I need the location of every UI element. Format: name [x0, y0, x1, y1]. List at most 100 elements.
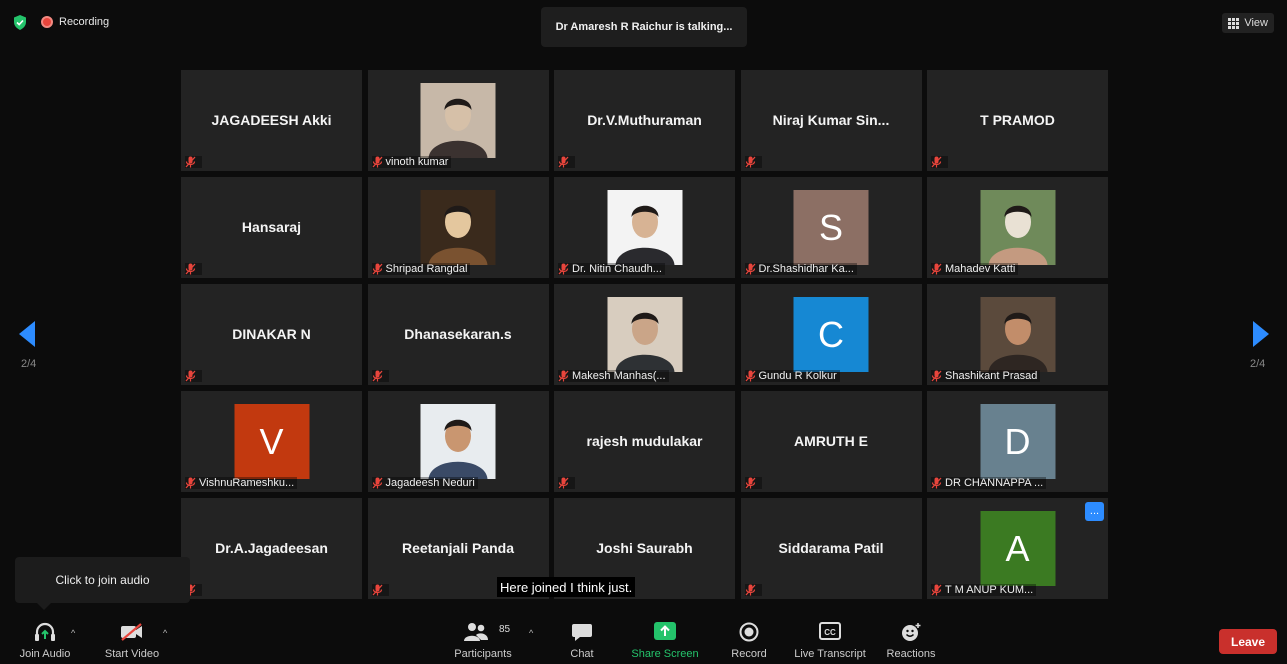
- active-speaker-banner: Dr Amaresh R Raichur is talking...: [541, 7, 747, 47]
- participant-tile[interactable]: Siddarama Patil: [740, 498, 922, 599]
- closed-caption: Here joined I think just.: [497, 577, 636, 597]
- muted-mic-icon: [558, 263, 569, 275]
- participant-tile[interactable]: Jagadeesh Neduri: [367, 391, 549, 492]
- muted-mic-icon: [745, 477, 755, 489]
- muted-mic-icon: [372, 156, 382, 168]
- participant-tile[interactable]: Shashikant Prasad: [927, 284, 1108, 385]
- participants-options-caret-icon[interactable]: ^: [529, 628, 533, 638]
- recording-indicator[interactable]: Recording: [41, 16, 109, 28]
- video-gallery: JAGADEESH Akki vinoth kumar Dr.V.Muthurama…: [181, 70, 1108, 599]
- participant-tile[interactable]: D DR CHANNAPPA ...: [927, 391, 1108, 492]
- participants-icon: [464, 623, 488, 641]
- participant-label: Shripad Rangdal: [371, 263, 471, 275]
- muted-mic-icon: [185, 370, 196, 382]
- participant-name: T PRAMOD: [980, 112, 1055, 128]
- participant-tile[interactable]: S Dr.Shashidhar Ka...: [740, 177, 922, 278]
- participant-name: Dr.A.Jagadeesan: [215, 540, 328, 556]
- participant-tile[interactable]: Shripad Rangdal: [367, 177, 549, 278]
- chat-label: Chat: [570, 648, 594, 660]
- start-video-button[interactable]: Start Video: [100, 612, 164, 664]
- meeting-toolbar: Join Audio ^ Start Video ^ 85 Participan…: [0, 612, 1287, 664]
- participant-name: Dhanasekaran.s: [404, 326, 512, 342]
- join-audio-tooltip: Click to join audio: [15, 557, 190, 610]
- muted-mic-icon: [185, 156, 196, 168]
- encryption-shield-icon[interactable]: [13, 15, 27, 30]
- participant-name: rajesh mudulakar: [586, 433, 703, 449]
- participant-name: Dr.V.Muthuraman: [587, 112, 702, 128]
- muted-mic-icon: [558, 370, 569, 382]
- record-icon: [739, 622, 759, 642]
- participant-name: DINAKAR N: [232, 326, 311, 342]
- participant-tile[interactable]: Dr.V.Muthuraman: [554, 70, 735, 171]
- profile-photo: [607, 297, 682, 372]
- video-off-icon: [121, 623, 142, 641]
- participant-label: Shashikant Prasad: [931, 370, 1041, 382]
- participant-name: JAGADEESH Akki: [211, 112, 332, 128]
- page-indicator-right: 2/4: [1250, 358, 1266, 370]
- participant-tile[interactable]: vinoth kumar: [367, 70, 549, 171]
- participant-tile[interactable]: rajesh mudulakar: [554, 391, 735, 492]
- muted-mic-icon: [931, 370, 942, 382]
- svg-text:CC: CC: [824, 628, 836, 637]
- join-audio-label: Join Audio: [19, 648, 71, 660]
- participant-label-text: Dr. Nitin Chaudh...: [572, 263, 662, 275]
- video-options-caret-icon[interactable]: ^: [163, 628, 167, 638]
- view-button[interactable]: View: [1222, 13, 1274, 33]
- reactions-label: Reactions: [886, 648, 936, 660]
- participant-tile[interactable]: AT M ANUP KUM......: [927, 498, 1108, 599]
- participant-tile[interactable]: C Gundu R Kolkur: [740, 284, 922, 385]
- participant-tile[interactable]: Makesh Manhas(...: [554, 284, 735, 385]
- previous-page-arrow-icon[interactable]: [19, 321, 35, 347]
- chat-button[interactable]: Chat: [562, 612, 602, 664]
- muted-mic-icon: [372, 263, 382, 275]
- participant-tile[interactable]: Dr.A.Jagadeesan: [181, 498, 362, 599]
- avatar: C: [793, 297, 869, 372]
- more-options-button[interactable]: ...: [1085, 502, 1104, 521]
- participant-label: Dr.Shashidhar Ka...: [744, 263, 857, 275]
- record-button[interactable]: Record: [726, 612, 772, 664]
- profile-photo: [420, 83, 496, 158]
- participant-label: [185, 263, 202, 275]
- headphone-icon: [35, 622, 55, 641]
- participant-label-text: VishnuRameshku...: [199, 477, 295, 489]
- share-screen-button[interactable]: Share Screen: [628, 612, 702, 664]
- participant-tile[interactable]: Dr. Nitin Chaudh...: [554, 177, 735, 278]
- muted-mic-icon: [931, 263, 942, 275]
- participant-label: [371, 584, 389, 596]
- participants-button[interactable]: 85 Participants: [450, 612, 516, 664]
- reactions-button[interactable]: Reactions: [884, 612, 938, 664]
- participant-name: Siddarama Patil: [778, 540, 884, 556]
- participant-label-text: vinoth kumar: [385, 156, 449, 168]
- participant-tile[interactable]: JAGADEESH Akki: [181, 70, 362, 171]
- participant-tile[interactable]: Hansaraj: [181, 177, 362, 278]
- participant-label: DR CHANNAPPA ...: [931, 477, 1047, 489]
- profile-photo: [420, 190, 496, 265]
- participant-tile[interactable]: V VishnuRameshku...: [181, 391, 362, 492]
- participant-tile[interactable]: T PRAMOD: [927, 70, 1108, 171]
- chat-icon: [572, 624, 592, 641]
- participant-tile[interactable]: Niraj Kumar Sin...: [740, 70, 922, 171]
- next-page-arrow-icon[interactable]: [1253, 321, 1269, 347]
- live-transcript-label: Live Transcript: [794, 648, 866, 660]
- participant-tile[interactable]: Mahadev Katti: [927, 177, 1108, 278]
- profile-photo: [980, 190, 1055, 265]
- closed-caption-icon: CC: [819, 622, 841, 640]
- participant-label: [185, 370, 202, 382]
- participant-label: [744, 156, 762, 168]
- participant-tile[interactable]: DINAKAR N: [181, 284, 362, 385]
- join-audio-button[interactable]: Join Audio: [10, 612, 80, 664]
- view-label: View: [1244, 17, 1268, 29]
- live-transcript-button[interactable]: CC Live Transcript: [790, 612, 870, 664]
- page-indicator-left: 2/4: [21, 358, 37, 370]
- participant-label: Jagadeesh Neduri: [371, 477, 478, 489]
- participant-label: [558, 477, 575, 489]
- muted-mic-icon: [558, 156, 569, 168]
- audio-options-caret-icon[interactable]: ^: [71, 628, 75, 638]
- leave-button[interactable]: Leave: [1219, 629, 1277, 654]
- top-bar: Recording Dr Amaresh R Raichur is talkin…: [0, 0, 1287, 48]
- participant-tile[interactable]: Dhanasekaran.s: [367, 284, 549, 385]
- participant-label-text: Mahadev Katti: [945, 263, 1016, 275]
- participant-tile[interactable]: AMRUTH E: [740, 391, 922, 492]
- participant-label: [744, 477, 762, 489]
- muted-mic-icon: [372, 584, 382, 596]
